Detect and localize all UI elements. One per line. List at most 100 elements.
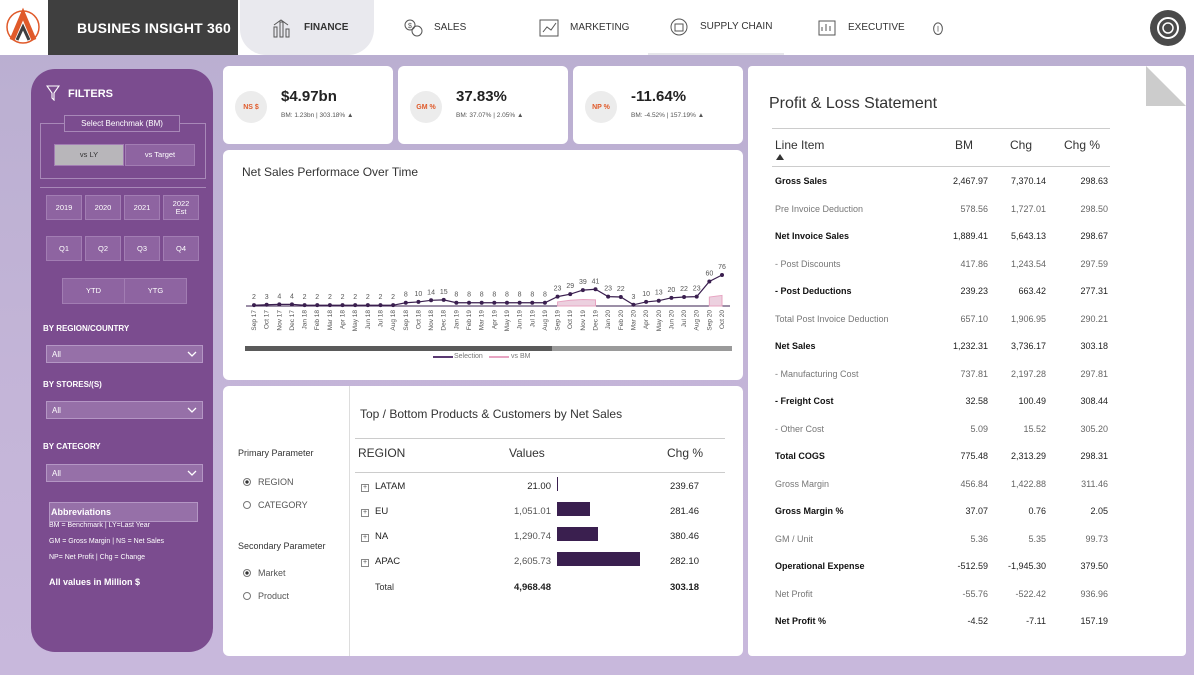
year-2021-button[interactable]: 2021 — [124, 195, 160, 220]
data-point[interactable] — [429, 298, 434, 303]
data-point[interactable] — [492, 300, 497, 305]
expand-icon[interactable]: + — [361, 484, 369, 492]
kpi-badge: NS $ — [235, 91, 267, 123]
tab-marketing[interactable]: MARKETING — [538, 0, 648, 55]
data-point[interactable] — [606, 294, 611, 299]
radio-category[interactable]: CATEGORY — [243, 500, 308, 510]
column-header-region[interactable]: REGION — [358, 446, 405, 460]
pl-row: Gross Margin % 37.07 0.76 2.05 — [748, 506, 1148, 520]
executive-icon — [818, 20, 836, 35]
value-bar — [557, 552, 640, 566]
data-point[interactable] — [454, 300, 459, 305]
ytd-button[interactable]: YTD — [62, 278, 125, 304]
data-point[interactable] — [252, 303, 256, 308]
data-point[interactable] — [365, 303, 370, 308]
data-point[interactable] — [302, 303, 307, 308]
data-point[interactable] — [416, 299, 421, 304]
pl-chg-value: 5,643.13 — [1010, 231, 1046, 241]
data-point[interactable] — [391, 303, 396, 308]
ytg-button[interactable]: YTG — [124, 278, 187, 304]
column-header-chg[interactable]: Chg — [1010, 138, 1032, 152]
tab-sales[interactable]: $ SALES — [402, 0, 522, 55]
data-point[interactable] — [682, 295, 687, 300]
expand-icon[interactable]: + — [361, 509, 369, 517]
tab-finance[interactable]: FINANCE — [240, 0, 374, 55]
data-point[interactable] — [555, 294, 560, 299]
data-point[interactable] — [720, 273, 724, 277]
net-sales-line-chart[interactable]: 2 3 4 4 2 2 2 2 2 2 2 2 8 10 14 15 8 8 8 8 8 8 8 823 2939 4123 223… — [223, 150, 743, 380]
radio-region[interactable]: REGION — [243, 477, 294, 487]
data-point[interactable] — [631, 302, 636, 307]
quarter-q1-button[interactable]: Q1 — [46, 236, 82, 261]
tab-executive[interactable]: EXECUTIVE — [816, 0, 926, 55]
ai-insights-button[interactable] — [930, 0, 956, 55]
vs-target-button[interactable]: vs Target — [125, 144, 195, 166]
data-point[interactable] — [593, 287, 598, 292]
data-point[interactable] — [694, 294, 699, 299]
pl-row: Gross Sales 2,467.97 7,370.14 298.63 — [748, 176, 1148, 190]
year-2020-button[interactable]: 2020 — [85, 195, 121, 220]
pl-line-item: - Other Cost — [775, 423, 825, 434]
help-button[interactable] — [1150, 10, 1186, 46]
tab-supply-chain[interactable]: SUPPLY CHAIN — [648, 0, 784, 55]
pl-row: Operational Expense -512.59 -1,945.30 379.5… — [748, 561, 1148, 575]
data-point[interactable] — [707, 279, 712, 284]
total-chg: 303.18 — [669, 582, 699, 593]
data-point[interactable] — [378, 303, 383, 308]
data-point[interactable] — [669, 295, 674, 300]
panel-divider — [349, 386, 350, 656]
radio-market[interactable]: Market — [243, 568, 286, 578]
category-dropdown[interactable]: All — [46, 464, 203, 482]
x-tick-label: Feb 18 — [314, 310, 321, 331]
data-point[interactable] — [277, 302, 282, 307]
column-header-chg[interactable]: Chg % — [667, 446, 703, 460]
data-point[interactable] — [479, 300, 484, 305]
expand-icon[interactable]: + — [361, 534, 369, 542]
column-header-values[interactable]: Values — [509, 446, 545, 460]
header-rule — [355, 472, 725, 473]
stores-dropdown-value: All — [52, 405, 61, 415]
stores-dropdown[interactable]: All — [46, 401, 203, 419]
quarter-q2-button[interactable]: Q2 — [85, 236, 121, 261]
year-2022-est-button[interactable]: 2022 Est — [163, 195, 199, 220]
vs-ly-button[interactable]: vs LY — [54, 144, 124, 166]
data-point[interactable] — [568, 292, 573, 297]
x-tick-label: Aug 19 — [542, 310, 549, 331]
data-point[interactable] — [289, 302, 294, 307]
pl-chg-percent-value: 298.50 — [1080, 203, 1108, 214]
data-point[interactable] — [353, 303, 358, 308]
series-selection-line — [253, 274, 723, 306]
pl-chg-percent-value: 305.20 — [1080, 423, 1108, 434]
expand-icon[interactable]: + — [361, 559, 369, 567]
data-point[interactable] — [542, 300, 547, 305]
column-header-bm[interactable]: BM — [955, 138, 973, 152]
quarter-q3-button[interactable]: Q3 — [124, 236, 160, 261]
data-point[interactable] — [264, 302, 269, 307]
data-point[interactable] — [504, 300, 509, 305]
data-point[interactable] — [441, 297, 446, 302]
data-point[interactable] — [467, 300, 472, 305]
data-point[interactable] — [580, 288, 585, 293]
data-point[interactable] — [656, 298, 661, 303]
chart-scrollbar-thumb[interactable] — [245, 346, 552, 351]
x-tick-label: Nov 19 — [580, 310, 587, 331]
data-point[interactable] — [403, 300, 408, 305]
region-dropdown[interactable]: All — [46, 345, 203, 363]
year-2019-button[interactable]: 2019 — [46, 195, 82, 220]
data-point[interactable] — [517, 300, 522, 305]
column-header-line-item[interactable]: Line Item — [775, 138, 824, 152]
data-point[interactable] — [315, 303, 320, 308]
data-point[interactable] — [644, 299, 649, 304]
data-label: 39 — [579, 279, 587, 286]
data-point[interactable] — [327, 303, 332, 308]
data-point[interactable] — [340, 303, 345, 308]
x-tick-label: Nov 17 — [276, 310, 283, 331]
legend-label-vs-bm: vs BM — [511, 353, 531, 360]
series-vs-bm-area — [708, 294, 723, 307]
pl-chg-percent-value: 99.73 — [1085, 533, 1108, 544]
column-header-chg-percent[interactable]: Chg % — [1064, 138, 1100, 152]
data-point[interactable] — [618, 295, 623, 300]
radio-product[interactable]: Product — [243, 591, 289, 601]
data-point[interactable] — [530, 300, 535, 305]
quarter-q4-button[interactable]: Q4 — [163, 236, 199, 261]
